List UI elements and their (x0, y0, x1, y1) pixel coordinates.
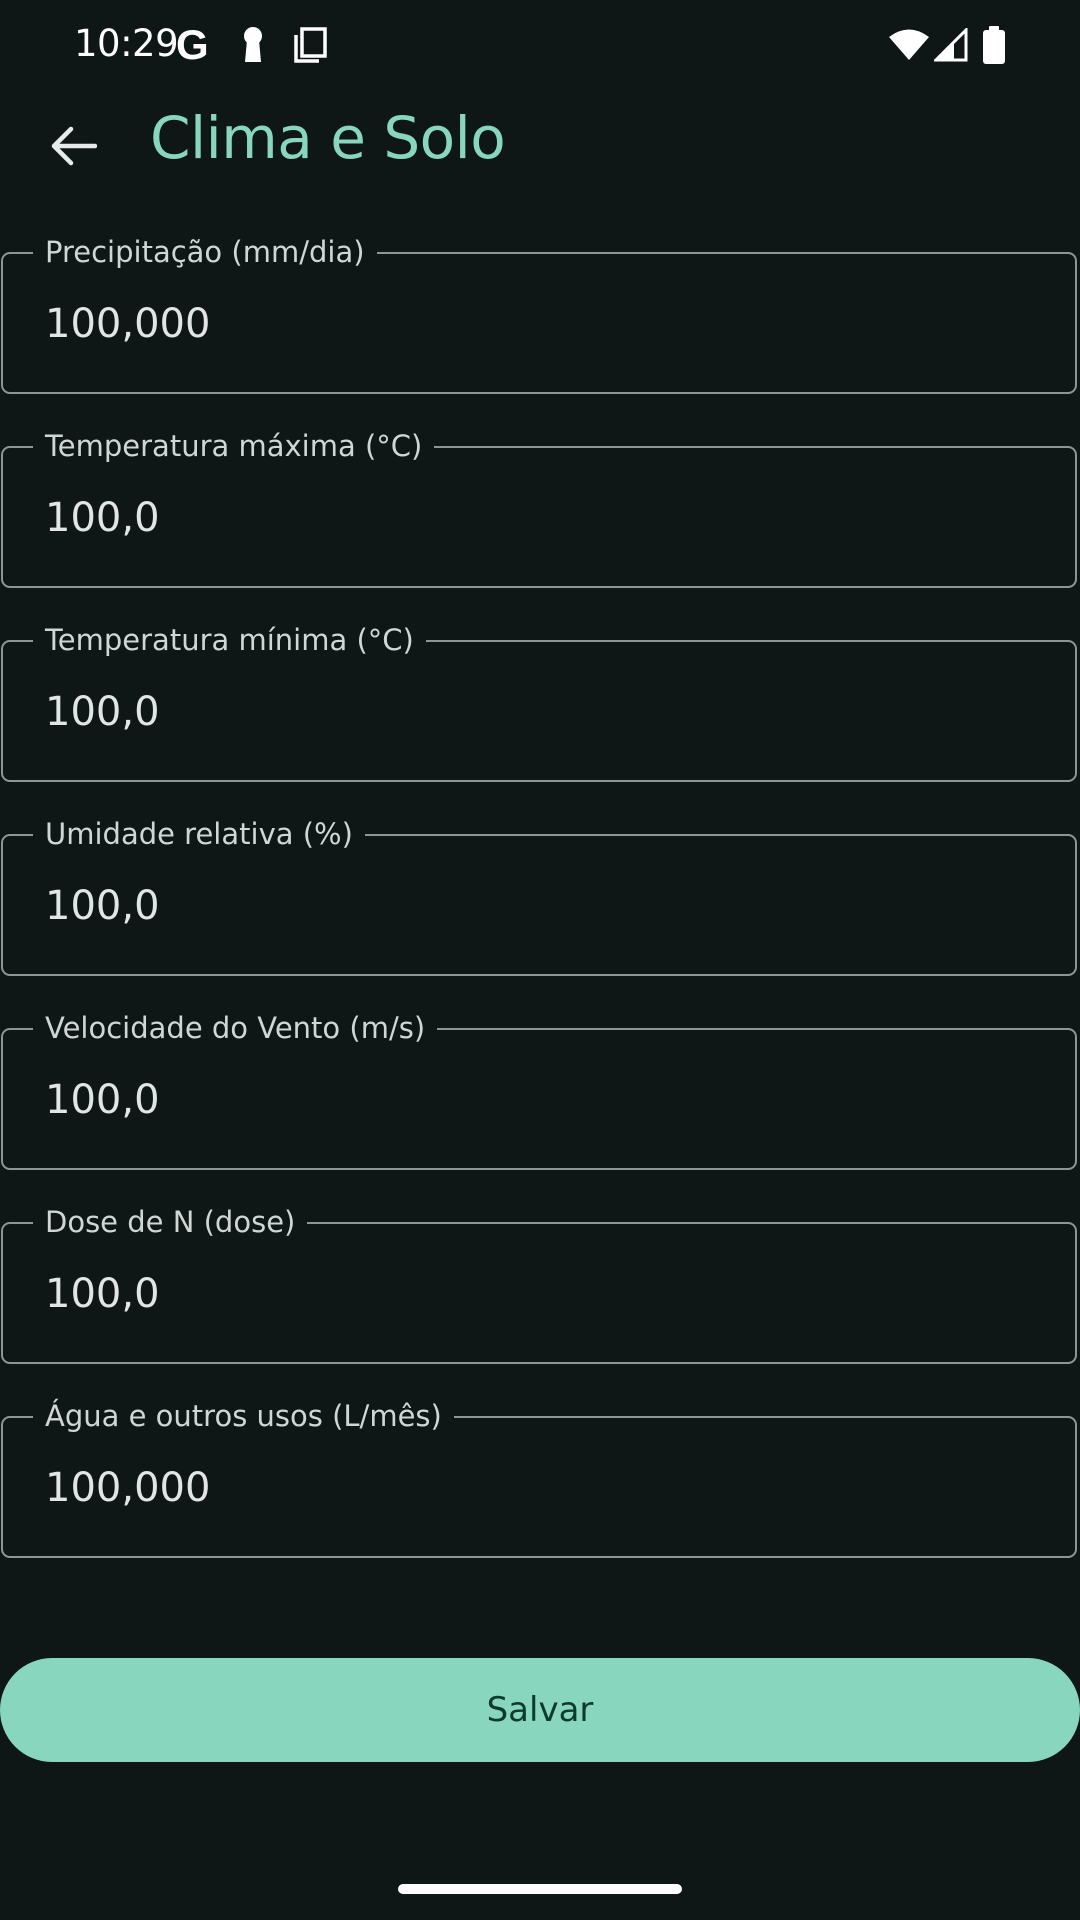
precipitation-field[interactable]: Precipitação (mm/dia) 100,000 (1, 234, 1077, 394)
max-temperature-input[interactable]: 100,0 (45, 490, 1025, 546)
wind-speed-label: Velocidade do Vento (m/s) (33, 1010, 438, 1046)
keyhole-icon (240, 26, 266, 68)
save-button-label: Salvar (486, 1690, 594, 1730)
relative-humidity-field[interactable]: Umidade relativa (%) 100,0 (1, 816, 1077, 976)
google-glyph: G (176, 21, 209, 68)
cell-signal-icon (932, 26, 968, 66)
wind-speed-input[interactable]: 100,0 (45, 1072, 1025, 1128)
water-usage-input[interactable]: 100,000 (45, 1460, 1025, 1516)
min-temperature-input[interactable]: 100,0 (45, 684, 1025, 740)
water-usage-field[interactable]: Água e outros usos (L/mês) 100,000 (1, 1398, 1077, 1558)
page-title: Clima e Solo (150, 104, 506, 172)
max-temperature-label: Temperatura máxima (°C) (33, 428, 435, 464)
min-temperature-label: Temperatura mínima (°C) (33, 622, 426, 658)
app-bar: Clima e Solo (0, 92, 1080, 204)
nitrogen-dose-label: Dose de N (dose) (33, 1204, 308, 1240)
precipitation-label: Precipitação (mm/dia) (33, 234, 377, 270)
gesture-navigation-bar[interactable] (398, 1884, 682, 1894)
wifi-icon (888, 28, 930, 66)
precipitation-input[interactable]: 100,000 (45, 296, 1025, 352)
back-button[interactable] (36, 116, 112, 180)
google-icon: G (176, 22, 209, 68)
wind-speed-field[interactable]: Velocidade do Vento (m/s) 100,0 (1, 1010, 1077, 1170)
nitrogen-dose-field[interactable]: Dose de N (dose) 100,0 (1, 1204, 1077, 1364)
relative-humidity-input[interactable]: 100,0 (45, 878, 1025, 934)
status-bar: 10:29 G (0, 0, 1080, 92)
screenshot-icon (292, 26, 328, 68)
save-button[interactable]: Salvar (0, 1658, 1080, 1762)
min-temperature-field[interactable]: Temperatura mínima (°C) 100,0 (1, 622, 1077, 782)
arrow-back-icon (51, 126, 98, 170)
water-usage-label: Água e outros usos (L/mês) (33, 1398, 454, 1434)
battery-icon (982, 26, 1006, 68)
nitrogen-dose-input[interactable]: 100,0 (45, 1266, 1025, 1322)
relative-humidity-label: Umidade relativa (%) (33, 816, 365, 852)
max-temperature-field[interactable]: Temperatura máxima (°C) 100,0 (1, 428, 1077, 588)
status-time: 10:29 (74, 22, 179, 65)
